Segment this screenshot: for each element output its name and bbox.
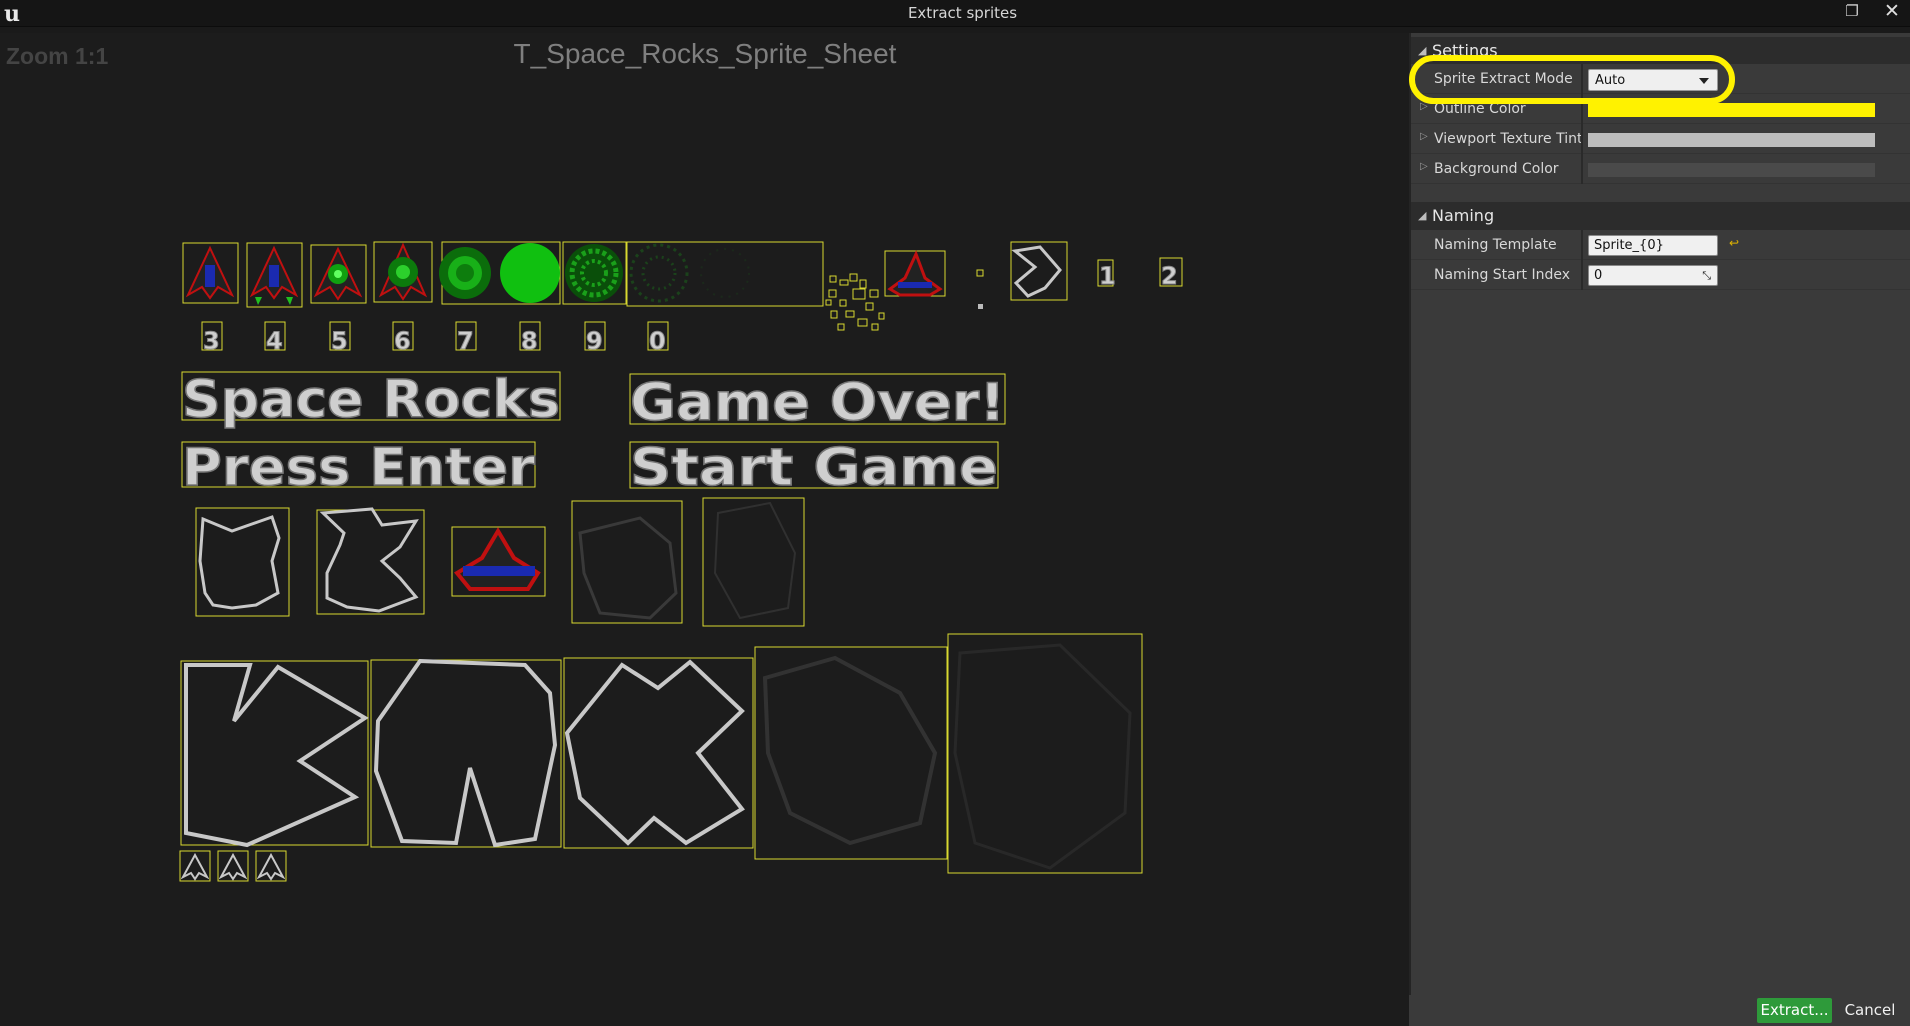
column-divider[interactable] xyxy=(1581,64,1583,94)
shield-sprite xyxy=(439,247,491,299)
digit-sprite: 9 xyxy=(586,327,603,355)
naming-start-index-input[interactable]: 0 ⤡ xyxy=(1588,265,1718,286)
medium-rock-sprite xyxy=(198,515,281,610)
sprite-extract-mode-label: Sprite Extract Mode xyxy=(1434,71,1573,87)
life-icon xyxy=(180,852,286,881)
ship-sprite xyxy=(185,245,235,300)
digit-sprite: 2 xyxy=(1161,262,1178,290)
settings-header-label: Settings xyxy=(1432,41,1498,60)
sprite-sheet-canvas[interactable]: 1 2 3 4 5 6 7 8 9 0 Space Rocks Game Ove… xyxy=(0,33,1409,1026)
sprite-outline xyxy=(754,646,948,860)
text-sprite-game-over: Game Over! xyxy=(630,373,1005,433)
expand-arrow-icon[interactable]: ▷ xyxy=(1420,131,1428,142)
close-icon[interactable]: ✕ xyxy=(1881,0,1903,22)
outline-color-label: Outline Color xyxy=(1434,101,1526,117)
debris-sprites xyxy=(825,273,885,331)
digit-sprite: 8 xyxy=(521,327,538,355)
ship-shield2-sprite xyxy=(378,242,428,301)
digit-sprite: 7 xyxy=(457,327,474,355)
outline-color-swatch[interactable] xyxy=(1588,103,1875,117)
faded-rock-sprite xyxy=(953,643,1132,870)
column-divider[interactable] xyxy=(1581,94,1583,124)
column-divider[interactable] xyxy=(1581,230,1583,260)
explosion-fade-sprite xyxy=(629,243,750,303)
faded-rock-sprite xyxy=(578,516,678,620)
naming-template-input[interactable]: Sprite_{0} xyxy=(1588,235,1718,256)
big-shield-sprite xyxy=(500,243,560,303)
text-sprite-press-enter: Press Enter xyxy=(182,438,535,498)
settings-section-header[interactable]: ◢ Settings xyxy=(1411,37,1910,65)
column-divider[interactable] xyxy=(1581,124,1583,154)
sprite-extract-mode-row: Sprite Extract Mode Auto xyxy=(1411,64,1910,94)
background-color-label: Background Color xyxy=(1434,161,1559,177)
viewport-tint-swatch[interactable] xyxy=(1588,133,1875,147)
collapse-triangle-icon: ◢ xyxy=(1418,44,1427,57)
expand-arrow-icon[interactable]: ▷ xyxy=(1420,101,1428,112)
naming-template-label: Naming Template xyxy=(1434,237,1557,253)
column-divider[interactable] xyxy=(1581,154,1583,184)
ufo-sprite xyxy=(887,250,943,297)
naming-section-header[interactable]: ◢ Naming xyxy=(1411,202,1910,230)
naming-start-index-row: Naming Start Index 0 ⤡ xyxy=(1411,260,1910,290)
naming-header-label: Naming xyxy=(1432,206,1495,225)
spinner-icon[interactable]: ⤡ xyxy=(1702,269,1711,283)
explosion-sprite xyxy=(565,244,623,302)
button-bar xyxy=(1409,995,1910,1026)
sprite-outline xyxy=(976,269,984,277)
large-rock-sprite xyxy=(184,663,369,848)
outline-color-row[interactable]: ▷ Outline Color xyxy=(1411,94,1910,124)
small-rock-sprite xyxy=(1011,245,1062,298)
chevron-down-icon xyxy=(1699,78,1709,84)
digit-sprite: 5 xyxy=(331,327,348,355)
digit-sprite: 0 xyxy=(649,327,666,355)
title-bar: u Extract sprites ❐ ✕ xyxy=(0,0,1910,27)
cancel-button[interactable]: Cancel xyxy=(1839,998,1901,1023)
background-color-row[interactable]: ▷ Background Color xyxy=(1411,154,1910,184)
viewport-tint-row[interactable]: ▷ Viewport Texture Tint xyxy=(1411,124,1910,154)
collapse-triangle-icon: ◢ xyxy=(1418,209,1427,222)
reset-to-default-icon[interactable]: ↩ xyxy=(1729,236,1739,250)
expand-arrow-icon[interactable]: ▷ xyxy=(1420,161,1428,172)
large-rock-sprite xyxy=(564,659,745,846)
bullet-sprite xyxy=(978,304,983,309)
medium-rock-sprite xyxy=(319,507,419,613)
large-rock-sprite xyxy=(373,658,558,848)
naming-start-index-label: Naming Start Index xyxy=(1434,267,1570,283)
digit-sprite: 1 xyxy=(1099,262,1116,290)
faded-rock-sprite xyxy=(762,655,938,846)
extract-button[interactable]: Extract... xyxy=(1757,998,1832,1023)
naming-template-row: Naming Template Sprite_{0} ↩ xyxy=(1411,230,1910,260)
sprite-outline xyxy=(180,660,369,846)
ship-thrust-sprite xyxy=(249,245,299,305)
window-title: Extract sprites xyxy=(907,4,1018,22)
sprite-extract-mode-dropdown[interactable]: Auto xyxy=(1588,69,1718,91)
sprite-outline xyxy=(947,633,1143,874)
start-index-value: 0 xyxy=(1594,268,1603,283)
column-divider[interactable] xyxy=(1581,260,1583,290)
text-sprite-start-game: Start Game xyxy=(630,438,998,498)
restore-icon[interactable]: ❐ xyxy=(1842,2,1862,20)
sprite-viewport[interactable]: Zoom 1:1 T_Space_Rocks_Sprite_Sheet 1 2 … xyxy=(0,33,1409,1026)
digit-sprite: 6 xyxy=(394,327,411,355)
details-panel: ◢ Settings Sprite Extract Mode Auto ▷ Ou… xyxy=(1409,33,1910,1026)
sprite-outline xyxy=(626,241,824,307)
digit-sprite: 4 xyxy=(266,327,283,355)
digit-sprite: 3 xyxy=(203,327,220,355)
faded-rock-sprite xyxy=(713,501,797,620)
ship-shield-sprite xyxy=(313,246,363,301)
background-color-swatch[interactable] xyxy=(1588,163,1875,177)
viewport-tint-label: Viewport Texture Tint xyxy=(1434,131,1583,147)
ufo-large-sprite xyxy=(453,527,541,591)
text-sprite-space-rocks: Space Rocks xyxy=(182,370,560,430)
dropdown-value: Auto xyxy=(1595,73,1626,88)
